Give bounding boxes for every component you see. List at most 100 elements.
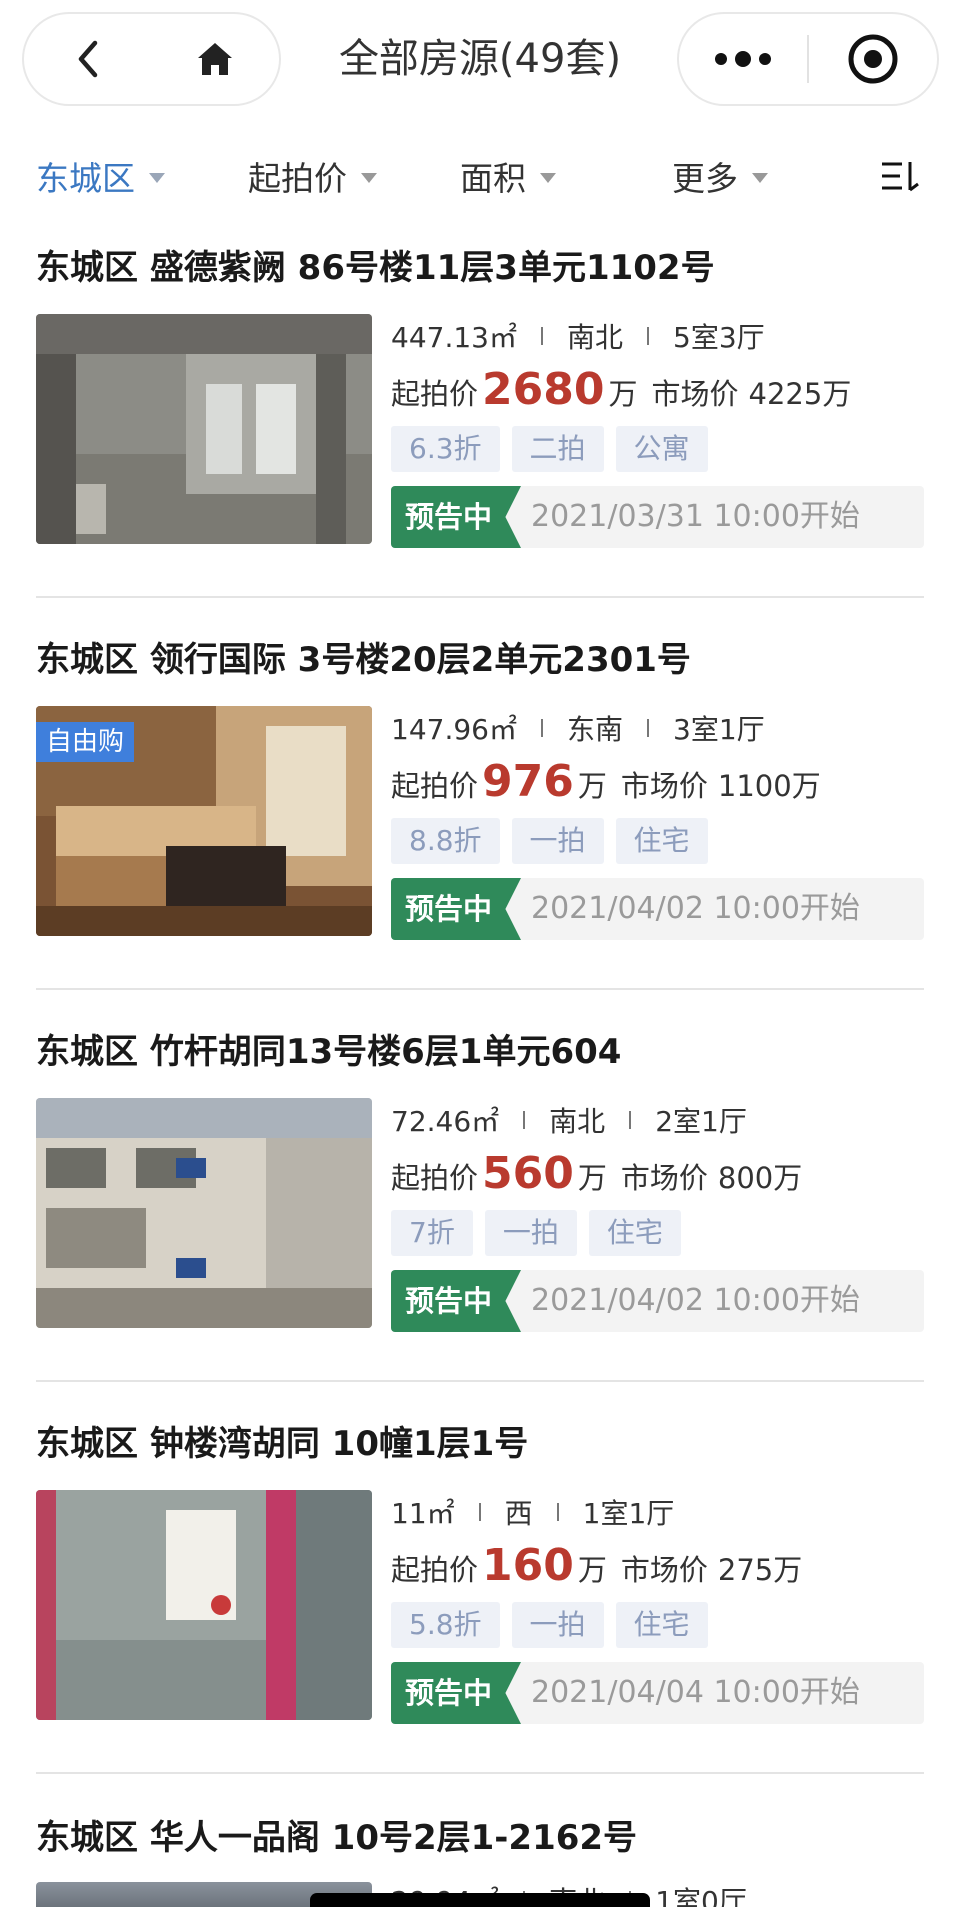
listing-title: 东城区 盛德紫阙 86号楼11层3单元1102号 (36, 248, 715, 288)
more-dots-icon (711, 51, 775, 67)
listing-title: 东城区 钟楼湾胡同 10幢1层1号 (36, 1424, 529, 1464)
home-button[interactable] (152, 14, 280, 104)
listing-divider (36, 596, 924, 598)
auction-start-time: 2021/04/04 10:00开始 (531, 1675, 860, 1710)
listing-orientation: 东南 (566, 713, 623, 746)
tag-list: 6.3折 二拍 公寓 (391, 426, 924, 472)
auction-start-time: 2021/04/02 10:00开始 (531, 1283, 860, 1318)
listing-divider (36, 1772, 924, 1774)
listing-area: 447.13㎡ (391, 321, 517, 354)
meta-separator (478, 1503, 481, 1521)
market-price-label: 市场价 (620, 769, 708, 803)
listing-card[interactable]: 东城区 领行国际 3号楼20层2单元2301号 自由购 147.96㎡ 东南 3… (36, 622, 924, 1012)
sort-button[interactable] (880, 156, 920, 196)
listing-title[interactable]: 东城区 华人一品阁 10号2层1-2162号 (36, 1814, 637, 1862)
listing-layout: 5室3厅 (673, 321, 765, 354)
start-price-value: 560 (482, 1148, 574, 1199)
market-price-label: 市场价 (620, 1553, 708, 1587)
chevron-left-icon (78, 40, 97, 78)
meta-separator (523, 1111, 526, 1129)
auction-status-bar: 预告中 2021/04/04 10:00开始 (391, 1662, 924, 1724)
auction-start-time: 2021/03/31 10:00开始 (531, 499, 860, 534)
listing-info: 72.46㎡ 南北 2室1厅 起拍价 560 万 市场价 800万 7折 一拍 … (391, 1098, 924, 1332)
tag-list: 8.8折 一拍 住宅 (391, 818, 924, 864)
price-unit: 万 (577, 1553, 607, 1587)
type-tag: 住宅 (615, 818, 708, 864)
listing-card[interactable]: 东城区 竹杆胡同13号楼6层1单元604 72.46㎡ 南北 2室1厅 起拍价 … (36, 1014, 924, 1404)
home-indicator[interactable] (310, 1893, 650, 1907)
auction-status-bar: 预告中 2021/04/02 10:00开始 (391, 1270, 924, 1332)
listing-meta: 72.46㎡ 南北 2室1厅 (391, 1098, 924, 1142)
listing-meta: 447.13㎡ 南北 5室3厅 (391, 314, 924, 358)
discount-tag: 6.3折 (391, 426, 500, 472)
back-button[interactable] (24, 14, 152, 104)
start-price-value: 160 (482, 1540, 574, 1591)
discount-tag: 5.8折 (391, 1602, 500, 1648)
listing-card[interactable]: 东城区 钟楼湾胡同 10幢1层1号 11㎡ 西 1室1厅 起拍价 160 万 市… (36, 1406, 924, 1796)
listing-divider (36, 988, 924, 990)
auction-status-bar: 预告中 2021/03/31 10:00开始 (391, 486, 924, 548)
filter-bar: 东城区 起拍价 面积 更多 (0, 140, 960, 212)
meta-separator (629, 1111, 632, 1129)
listing-photo (36, 1490, 372, 1720)
market-price-label: 市场价 (651, 377, 739, 411)
close-miniprogram-button[interactable] (809, 14, 937, 104)
nav-capsule (22, 12, 281, 106)
round-tag: 一拍 (511, 818, 604, 864)
meta-separator (556, 1503, 559, 1521)
filter-label: 东城区 (36, 159, 135, 198)
auction-start-time: 2021/04/02 10:00开始 (531, 891, 860, 926)
listing-photo (36, 1098, 372, 1328)
meta-separator (647, 719, 649, 737)
market-price-value: 1100万 (717, 769, 821, 803)
listing-area: 72.46㎡ (391, 1105, 500, 1138)
price-unit: 万 (577, 769, 607, 803)
start-price-value: 2680 (482, 364, 605, 415)
listing-orientation: 南北 (549, 1105, 606, 1138)
sort-icon (882, 162, 919, 192)
meta-separator (540, 719, 543, 737)
listing-meta: 11㎡ 西 1室1厅 (391, 1490, 924, 1534)
type-tag: 公寓 (615, 426, 708, 472)
listing-card[interactable]: 东城区 盛德紫阙 86号楼11层3单元1102号 447.13㎡ 南北 5室3厅 (36, 230, 924, 620)
listing-orientation: 南北 (566, 321, 623, 354)
status-badge: 预告中 (391, 1270, 521, 1332)
filter-label: 更多 (672, 159, 738, 198)
price-row: 起拍价 2680 万 市场价 4225万 (391, 364, 924, 420)
discount-tag: 8.8折 (391, 818, 500, 864)
listing-divider (36, 1380, 924, 1382)
price-row: 起拍价 976 万 市场价 1100万 (391, 756, 924, 812)
filter-more[interactable]: 更多 (672, 152, 768, 200)
caret-down-icon (752, 173, 768, 183)
discount-tag: 7折 (391, 1210, 473, 1256)
market-price-value: 4225万 (748, 377, 852, 411)
meta-separator (647, 327, 649, 345)
listing-orientation: 西 (504, 1497, 533, 1530)
status-badge: 预告中 (391, 486, 521, 548)
filter-label: 面积 (460, 159, 526, 198)
round-tag: 二拍 (511, 426, 604, 472)
status-badge: 预告中 (391, 878, 521, 940)
home-icon (198, 43, 233, 75)
listing-info: 447.13㎡ 南北 5室3厅 起拍价 2680 万 市场价 4225万 6.3… (391, 314, 924, 548)
price-unit: 万 (608, 377, 638, 411)
free-purchase-badge: 自由购 (36, 722, 135, 762)
start-price-label: 起拍价 (391, 377, 479, 411)
target-close-icon (848, 34, 898, 84)
tag-list: 5.8折 一拍 住宅 (391, 1602, 924, 1648)
filter-district[interactable]: 东城区 (36, 152, 165, 200)
listing-meta: 147.96㎡ 东南 3室1厅 (391, 706, 924, 750)
caret-down-icon (361, 173, 377, 183)
price-unit: 万 (577, 1161, 607, 1195)
page-title: 全部房源(49套) (338, 36, 622, 82)
more-button[interactable] (679, 14, 807, 104)
start-price-value: 976 (482, 756, 574, 807)
filter-start-price[interactable]: 起拍价 (248, 152, 377, 200)
caret-down-icon (149, 173, 165, 183)
round-tag: 一拍 (511, 1602, 604, 1648)
tag-list: 7折 一拍 住宅 (391, 1210, 924, 1256)
type-tag: 住宅 (588, 1210, 681, 1256)
filter-area[interactable]: 面积 (460, 152, 556, 200)
meta-separator (540, 327, 543, 345)
market-price-value: 800万 (717, 1161, 803, 1195)
